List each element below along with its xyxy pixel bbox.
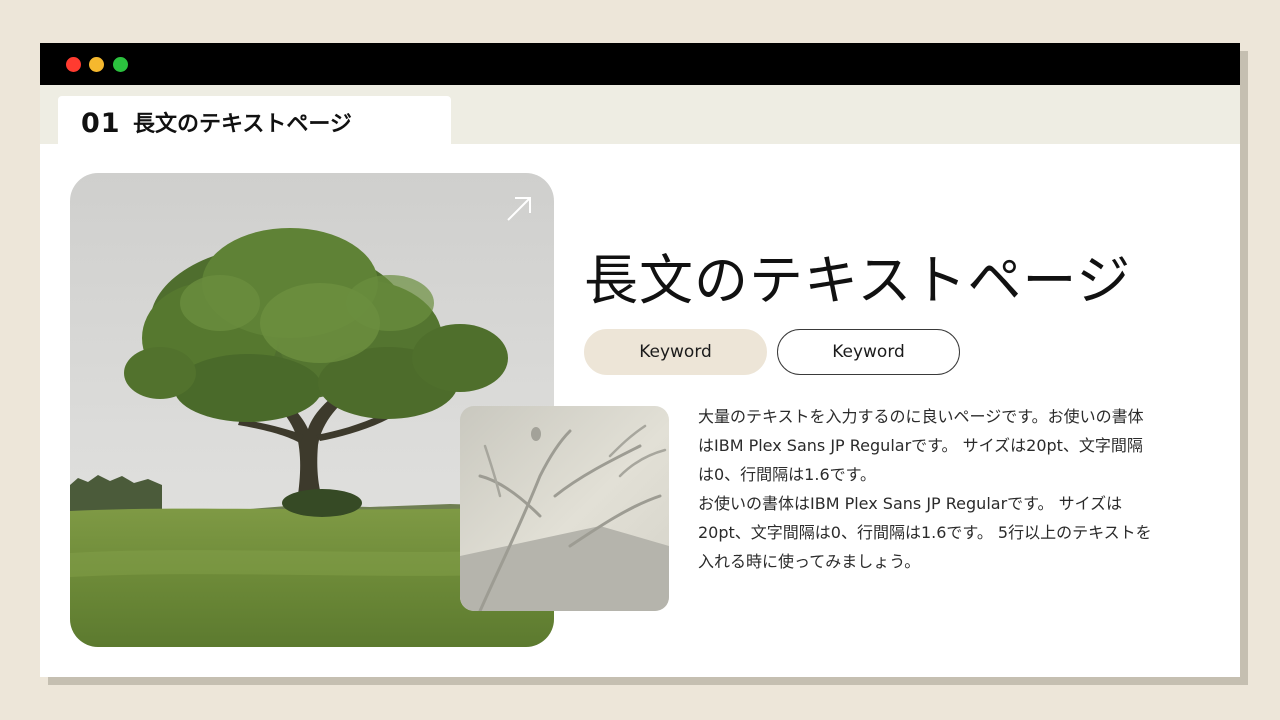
title-bar bbox=[40, 43, 1240, 85]
keyword-tag-outline[interactable]: Keyword bbox=[777, 329, 960, 375]
body-paragraph: お使いの書体はIBM Plex Sans JP Regularです。 サイズは2… bbox=[698, 494, 1152, 571]
page-heading: 長文のテキストページ bbox=[584, 249, 1132, 312]
body-text: 大量のテキストを入力するのに良いページです。お使いの書体はIBM Plex Sa… bbox=[698, 402, 1156, 576]
close-window-button[interactable] bbox=[66, 57, 81, 72]
keyword-tag-filled[interactable]: Keyword bbox=[584, 329, 767, 375]
tab-strip: 01 長文のテキストページ bbox=[40, 85, 1240, 144]
tab-number: 01 bbox=[81, 108, 121, 139]
slide-content: 長文のテキストページ Keyword Keyword 大量のテキストを入力するの… bbox=[40, 144, 1240, 677]
plant-shadow-image bbox=[460, 406, 669, 611]
tab-title: 長文のテキストページ bbox=[133, 112, 352, 137]
arrow-up-right-icon[interactable] bbox=[504, 192, 536, 224]
body-paragraph: 大量のテキストを入力するのに良いページです。お使いの書体はIBM Plex Sa… bbox=[698, 407, 1144, 484]
presentation-window: 01 長文のテキストページ 長文のテキストページ Keyword Keyword… bbox=[40, 43, 1240, 677]
maximize-window-button[interactable] bbox=[113, 57, 128, 72]
minimize-window-button[interactable] bbox=[89, 57, 104, 72]
tab-long-text-page[interactable]: 01 長文のテキストページ bbox=[58, 96, 451, 144]
